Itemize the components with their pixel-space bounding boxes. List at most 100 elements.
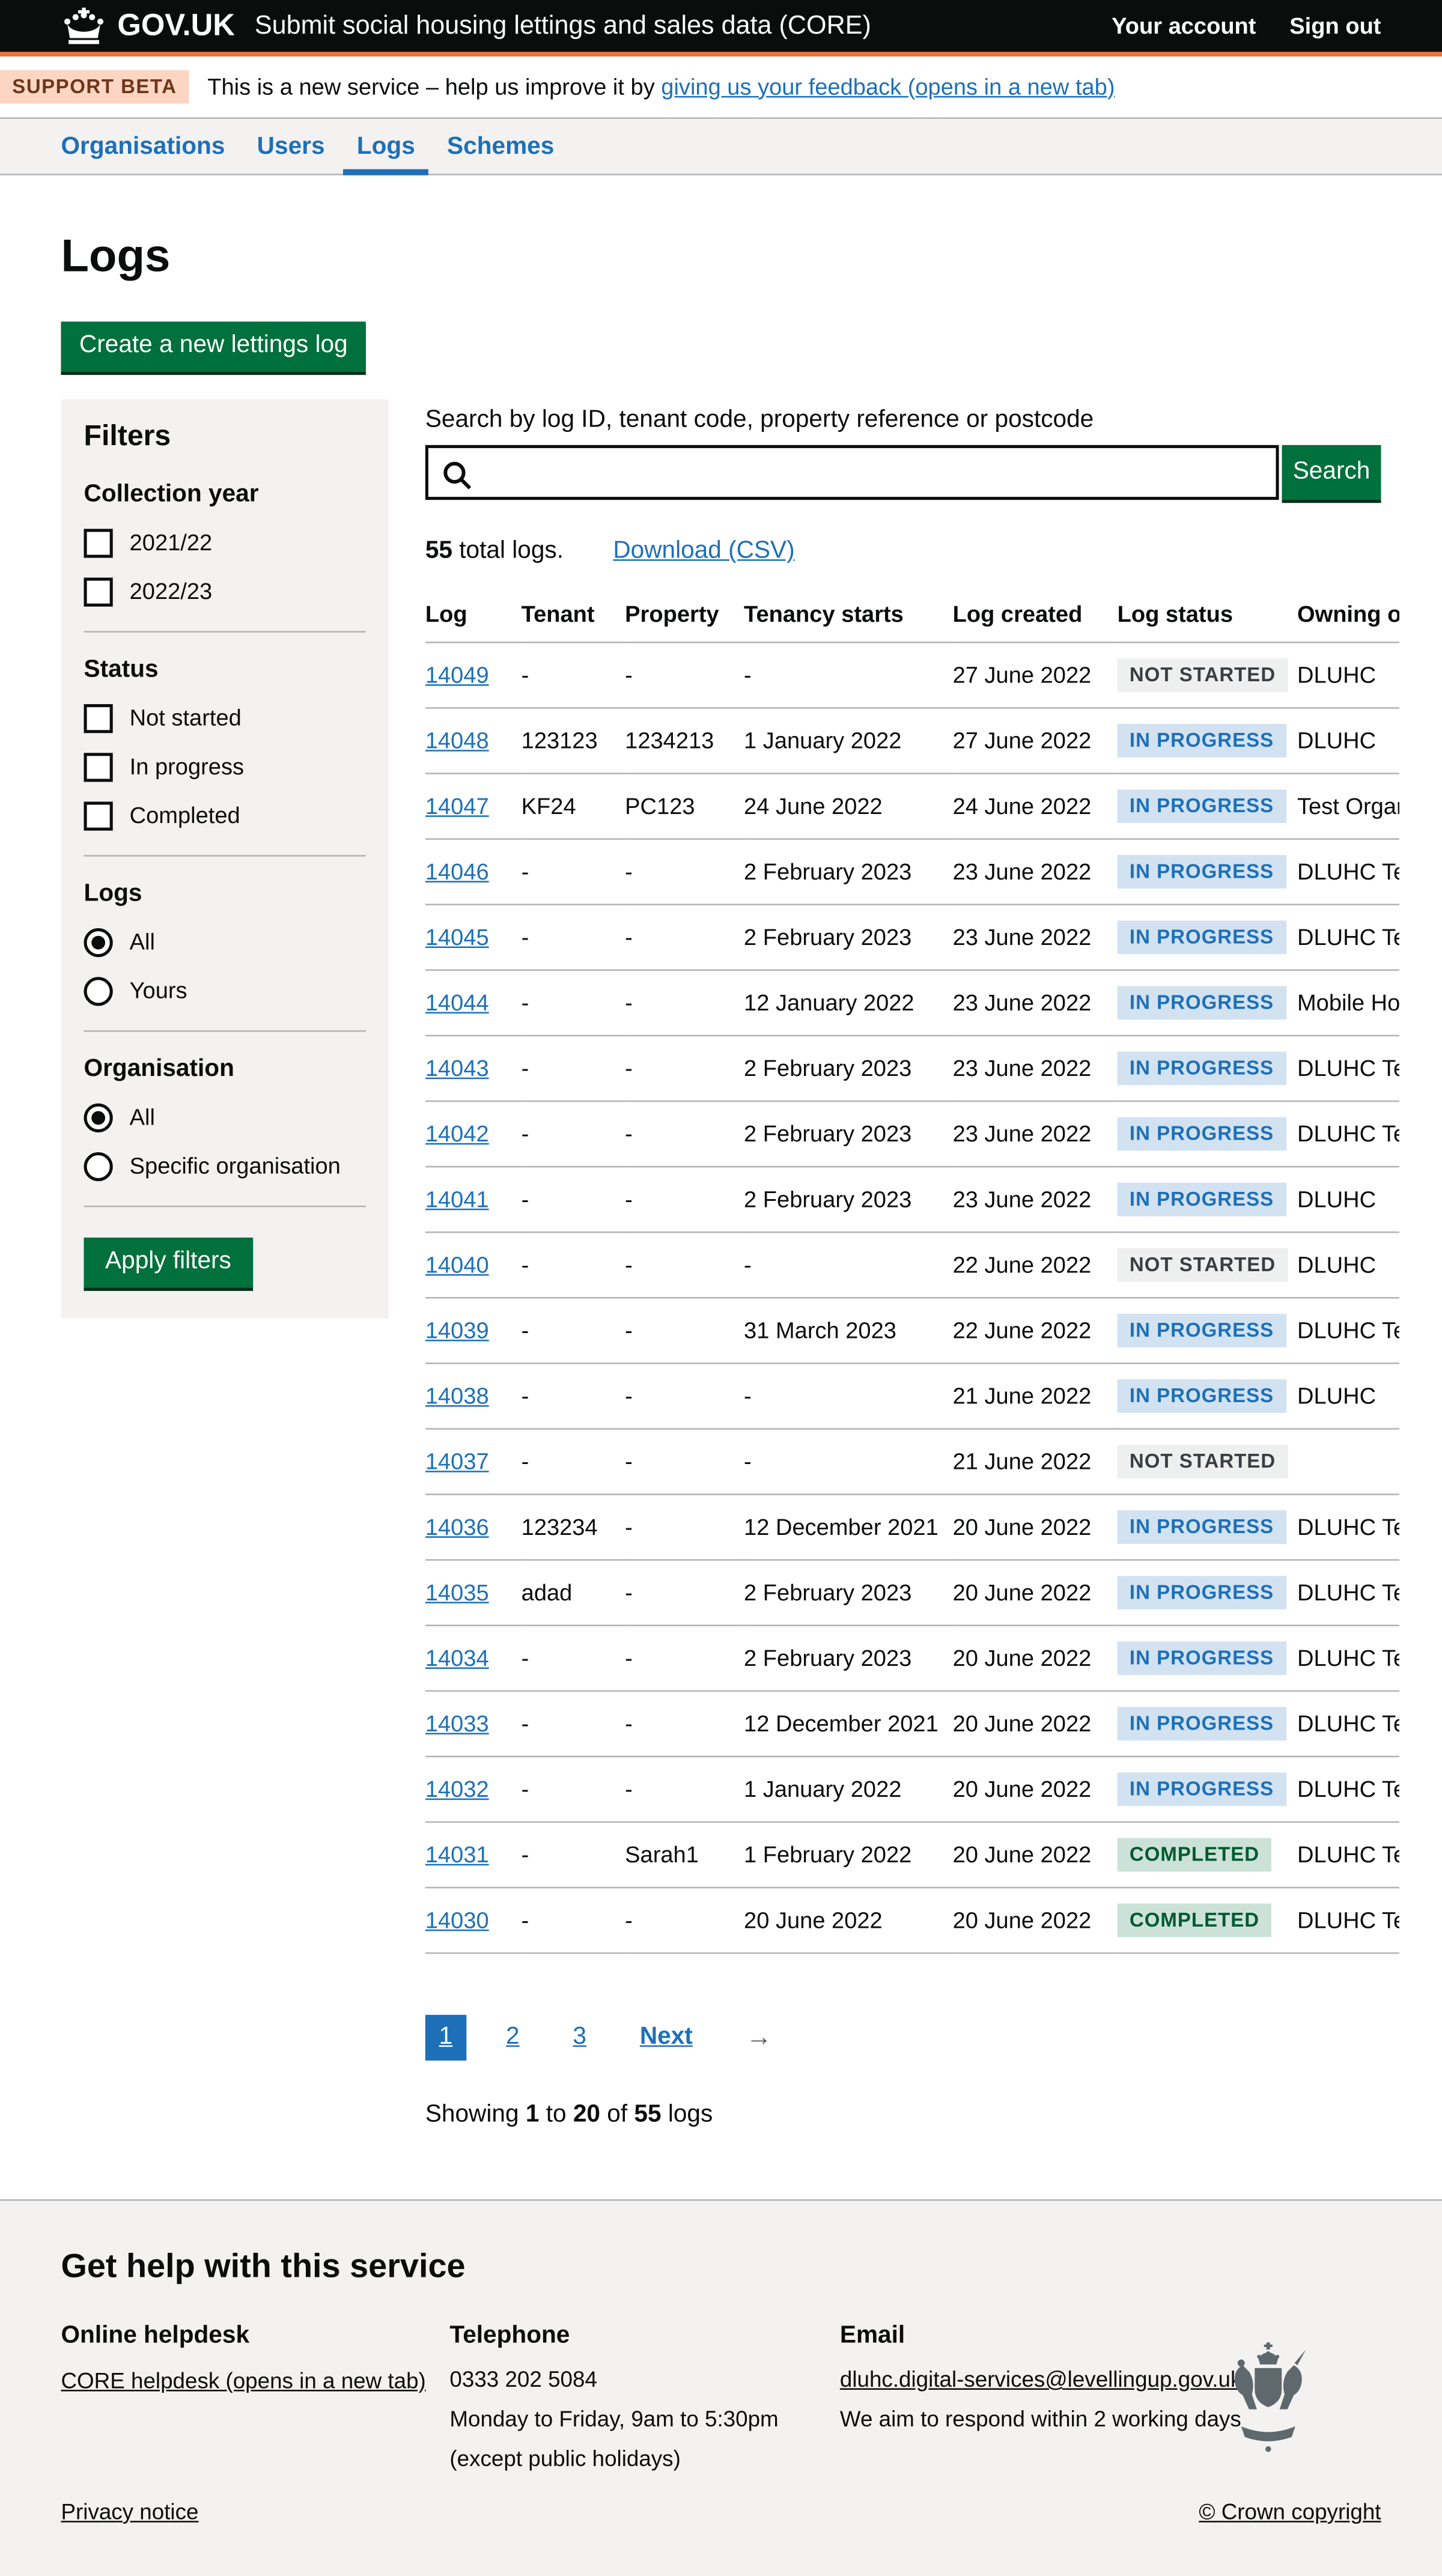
log-id-link[interactable]: 14036 bbox=[425, 1514, 489, 1540]
filter-option-2021-22[interactable]: 2021/22 bbox=[84, 529, 366, 557]
privacy-notice-link[interactable]: Privacy notice bbox=[61, 2501, 198, 2526]
govuk-logo[interactable]: GOV.UK bbox=[117, 8, 235, 43]
phase-banner: SUPPORT BETA This is a new service – hel… bbox=[0, 56, 1442, 119]
table-row: 14031-Sarah11 February 202220 June 2022C… bbox=[425, 1822, 1399, 1888]
search-input[interactable] bbox=[428, 448, 1276, 497]
column-header-property: Property bbox=[625, 588, 744, 642]
create-lettings-log-button[interactable]: Create a new lettings log bbox=[61, 321, 366, 372]
cell-property: 1234213 bbox=[625, 708, 744, 773]
log-id-link[interactable]: 14047 bbox=[425, 794, 489, 819]
summary-to: 20 bbox=[573, 2102, 600, 2128]
checkbox-icon[interactable] bbox=[84, 704, 113, 733]
log-id-link[interactable]: 14032 bbox=[425, 1776, 489, 1802]
cell-log-created: 20 June 2022 bbox=[953, 1822, 1118, 1888]
your-account-link[interactable]: Your account bbox=[1112, 13, 1256, 39]
cell-property: - bbox=[625, 1101, 744, 1167]
status-badge: IN PROGRESS bbox=[1118, 1773, 1286, 1806]
log-id-link[interactable]: 14043 bbox=[425, 1056, 489, 1081]
log-id-link[interactable]: 14034 bbox=[425, 1645, 489, 1671]
cell-tenant: - bbox=[522, 1888, 625, 1953]
cell-log-status: IN PROGRESS bbox=[1118, 1757, 1297, 1822]
log-id-link[interactable]: 14038 bbox=[425, 1383, 489, 1409]
radio-icon[interactable] bbox=[84, 1104, 113, 1132]
log-id-link[interactable]: 14039 bbox=[425, 1317, 489, 1343]
cell-tenancy-starts: - bbox=[744, 1363, 953, 1429]
page-2-link[interactable]: 2 bbox=[492, 2015, 533, 2061]
cell-tenant: - bbox=[522, 1757, 625, 1822]
cell-property: - bbox=[625, 1167, 744, 1232]
email-link[interactable]: dluhc.digital-services@levellingup.gov.u… bbox=[840, 2368, 1241, 2393]
table-row: 14044--12 January 202223 June 2022IN PRO… bbox=[425, 970, 1399, 1036]
service-name[interactable]: Submit social housing lettings and sales… bbox=[255, 11, 871, 41]
filter-option-not-started[interactable]: Not started bbox=[84, 704, 366, 733]
page-3-link[interactable]: 3 bbox=[559, 2015, 600, 2061]
nav-tab-schemes[interactable]: Schemes bbox=[447, 119, 554, 175]
nav-tab-users[interactable]: Users bbox=[257, 119, 325, 175]
cell-log: 14030 bbox=[425, 1888, 522, 1953]
results-summary: Showing 1 to 20 of 55 logs bbox=[425, 2102, 1381, 2130]
core-helpdesk-link[interactable]: CORE helpdesk (opens in a new tab) bbox=[61, 2370, 425, 2395]
log-id-link[interactable]: 14042 bbox=[425, 1121, 489, 1147]
filter-option-all[interactable]: All bbox=[84, 1104, 366, 1132]
results-column: Search by log ID, tenant code, property … bbox=[425, 399, 1381, 2129]
search-button[interactable]: Search bbox=[1282, 445, 1381, 500]
cell-log: 14039 bbox=[425, 1298, 522, 1363]
footer-heading: Get help with this service bbox=[61, 2247, 1381, 2286]
log-id-link[interactable]: 14044 bbox=[425, 990, 489, 1016]
log-id-link[interactable]: 14033 bbox=[425, 1711, 489, 1737]
filter-option-label: Not started bbox=[130, 706, 242, 732]
sign-out-link[interactable]: Sign out bbox=[1289, 13, 1381, 39]
filter-option-all[interactable]: All bbox=[84, 928, 366, 957]
log-id-link[interactable]: 14030 bbox=[425, 1907, 489, 1933]
status-badge: COMPLETED bbox=[1118, 1838, 1272, 1872]
checkbox-icon[interactable] bbox=[84, 529, 113, 557]
summary-text: logs bbox=[662, 2102, 713, 2128]
status-badge: IN PROGRESS bbox=[1118, 724, 1286, 758]
feedback-link[interactable]: giving us your feedback (opens in a new … bbox=[661, 74, 1115, 100]
cell-log: 14048 bbox=[425, 708, 522, 773]
page-1-current-link[interactable]: 1 bbox=[425, 2015, 466, 2061]
next-page-link[interactable]: Next bbox=[626, 2015, 707, 2061]
divider bbox=[84, 1030, 366, 1032]
crown-copyright-link[interactable]: © Crown copyright bbox=[1199, 2501, 1381, 2526]
cell-tenant: - bbox=[522, 839, 625, 905]
log-id-link[interactable]: 14037 bbox=[425, 1448, 489, 1474]
filter-option-2022-23[interactable]: 2022/23 bbox=[84, 578, 366, 607]
filter-option-completed[interactable]: Completed bbox=[84, 801, 366, 830]
nav-tab-logs[interactable]: Logs bbox=[343, 119, 429, 175]
cell-log-status: IN PROGRESS bbox=[1118, 708, 1297, 773]
status-badge: NOT STARTED bbox=[1118, 1248, 1288, 1282]
cell-tenancy-starts: 2 February 2023 bbox=[744, 1167, 953, 1232]
radio-icon[interactable] bbox=[84, 1152, 113, 1181]
log-id-link[interactable]: 14041 bbox=[425, 1186, 489, 1212]
checkbox-icon[interactable] bbox=[84, 578, 113, 607]
log-id-link[interactable]: 14046 bbox=[425, 859, 489, 885]
nav-tab-organisations[interactable]: Organisations bbox=[61, 119, 225, 175]
filter-option-specific-organisation[interactable]: Specific organisation bbox=[84, 1152, 366, 1181]
log-id-link[interactable]: 14045 bbox=[425, 925, 489, 950]
cell-tenant: adad bbox=[522, 1560, 625, 1626]
checkbox-icon[interactable] bbox=[84, 753, 113, 782]
cell-property: - bbox=[625, 1560, 744, 1626]
log-id-link[interactable]: 14040 bbox=[425, 1252, 489, 1278]
cell-owning-organisation: DLUHC Tes bbox=[1297, 1036, 1399, 1101]
download-csv-link[interactable]: Download (CSV) bbox=[613, 538, 794, 564]
filter-option-in-progress[interactable]: In progress bbox=[84, 753, 366, 782]
checkbox-icon[interactable] bbox=[84, 801, 113, 830]
filter-option-yours[interactable]: Yours bbox=[84, 977, 366, 1006]
log-id-link[interactable]: 14049 bbox=[425, 662, 489, 688]
cell-property: - bbox=[625, 1626, 744, 1691]
log-id-link[interactable]: 14048 bbox=[425, 728, 489, 753]
radio-icon[interactable] bbox=[84, 977, 113, 1006]
log-id-link[interactable]: 14035 bbox=[425, 1580, 489, 1606]
cell-tenancy-starts: - bbox=[744, 1429, 953, 1494]
radio-icon[interactable] bbox=[84, 928, 113, 957]
log-id-link[interactable]: 14031 bbox=[425, 1842, 489, 1868]
cell-tenancy-starts: 12 January 2022 bbox=[744, 970, 953, 1036]
table-row: 14034--2 February 202320 June 2022IN PRO… bbox=[425, 1626, 1399, 1691]
status-badge: IN PROGRESS bbox=[1118, 855, 1286, 889]
apply-filters-button[interactable]: Apply filters bbox=[84, 1238, 253, 1288]
table-row: 1404812312312342131 January 202227 June … bbox=[425, 708, 1399, 773]
cell-owning-organisation: DLUHC Tes bbox=[1297, 1822, 1399, 1888]
table-row: 14045--2 February 202323 June 2022IN PRO… bbox=[425, 905, 1399, 970]
